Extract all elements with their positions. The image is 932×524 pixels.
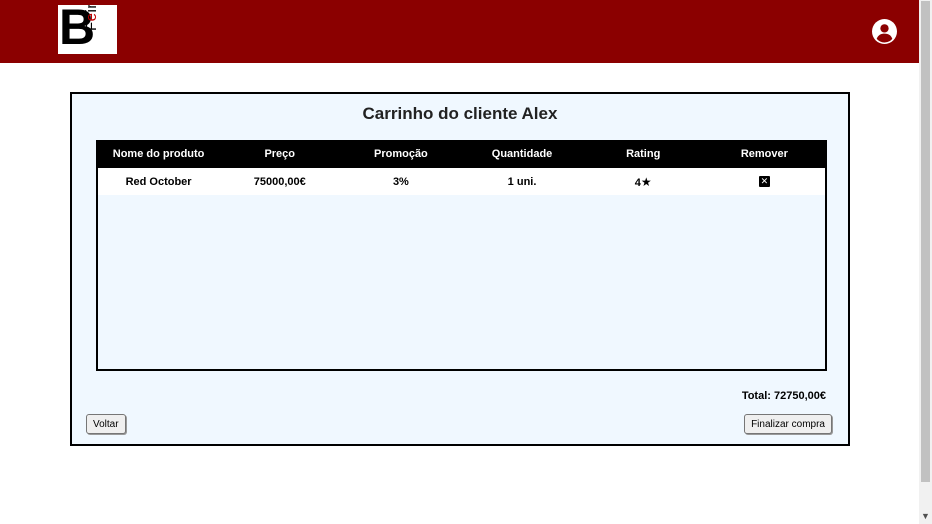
product-price: 75000,00€ — [253, 175, 306, 188]
table-header-row: Nome do produto Preço Promoção Quantidad… — [98, 140, 825, 168]
table-row: Red October 75000,00€ 3% 1 uni. 4★ ✕ — [98, 168, 825, 195]
user-account-icon[interactable] — [872, 19, 897, 44]
cart-table-container: Nome do produto Preço Promoção Quantidad… — [96, 140, 827, 371]
page-title: Carrinho do cliente Alex — [362, 104, 558, 123]
close-icon[interactable]: ✕ — [758, 176, 770, 188]
column-header-quantity: Quantidade — [491, 148, 553, 160]
scroll-down-icon[interactable]: ▼ — [919, 510, 932, 523]
product-name: Red October — [125, 175, 192, 188]
column-header-remove: Remover — [740, 148, 788, 160]
checkout-button[interactable]: Finalizar compra — [744, 414, 832, 434]
scrollbar-thumb[interactable] — [921, 1, 930, 482]
column-header-promo: Promoção — [373, 148, 428, 160]
product-rating: 4★ — [583, 168, 704, 195]
column-header-name: Nome do produto — [112, 148, 205, 160]
column-header-rating: Rating — [626, 148, 661, 160]
back-button[interactable]: Voltar — [86, 414, 126, 434]
cart-panel: Carrinho do cliente Alex Nome do produto… — [70, 92, 850, 446]
cart-total: Total: 72750,00€ — [741, 390, 826, 402]
logo-word: Feira — [83, 5, 100, 31]
top-bar: B Feira — [0, 0, 919, 63]
logo[interactable]: B Feira — [58, 5, 117, 54]
cart-table: Nome do produto Preço Promoção Quantidad… — [98, 140, 825, 195]
product-promo: 3% — [392, 175, 409, 188]
column-header-price: Preço — [264, 148, 296, 160]
remove-cell: ✕ — [704, 168, 825, 195]
product-quantity: 1 uni. — [507, 175, 537, 188]
vertical-scrollbar[interactable]: ▼ — [919, 0, 932, 524]
star-icon: ★ — [640, 174, 652, 189]
